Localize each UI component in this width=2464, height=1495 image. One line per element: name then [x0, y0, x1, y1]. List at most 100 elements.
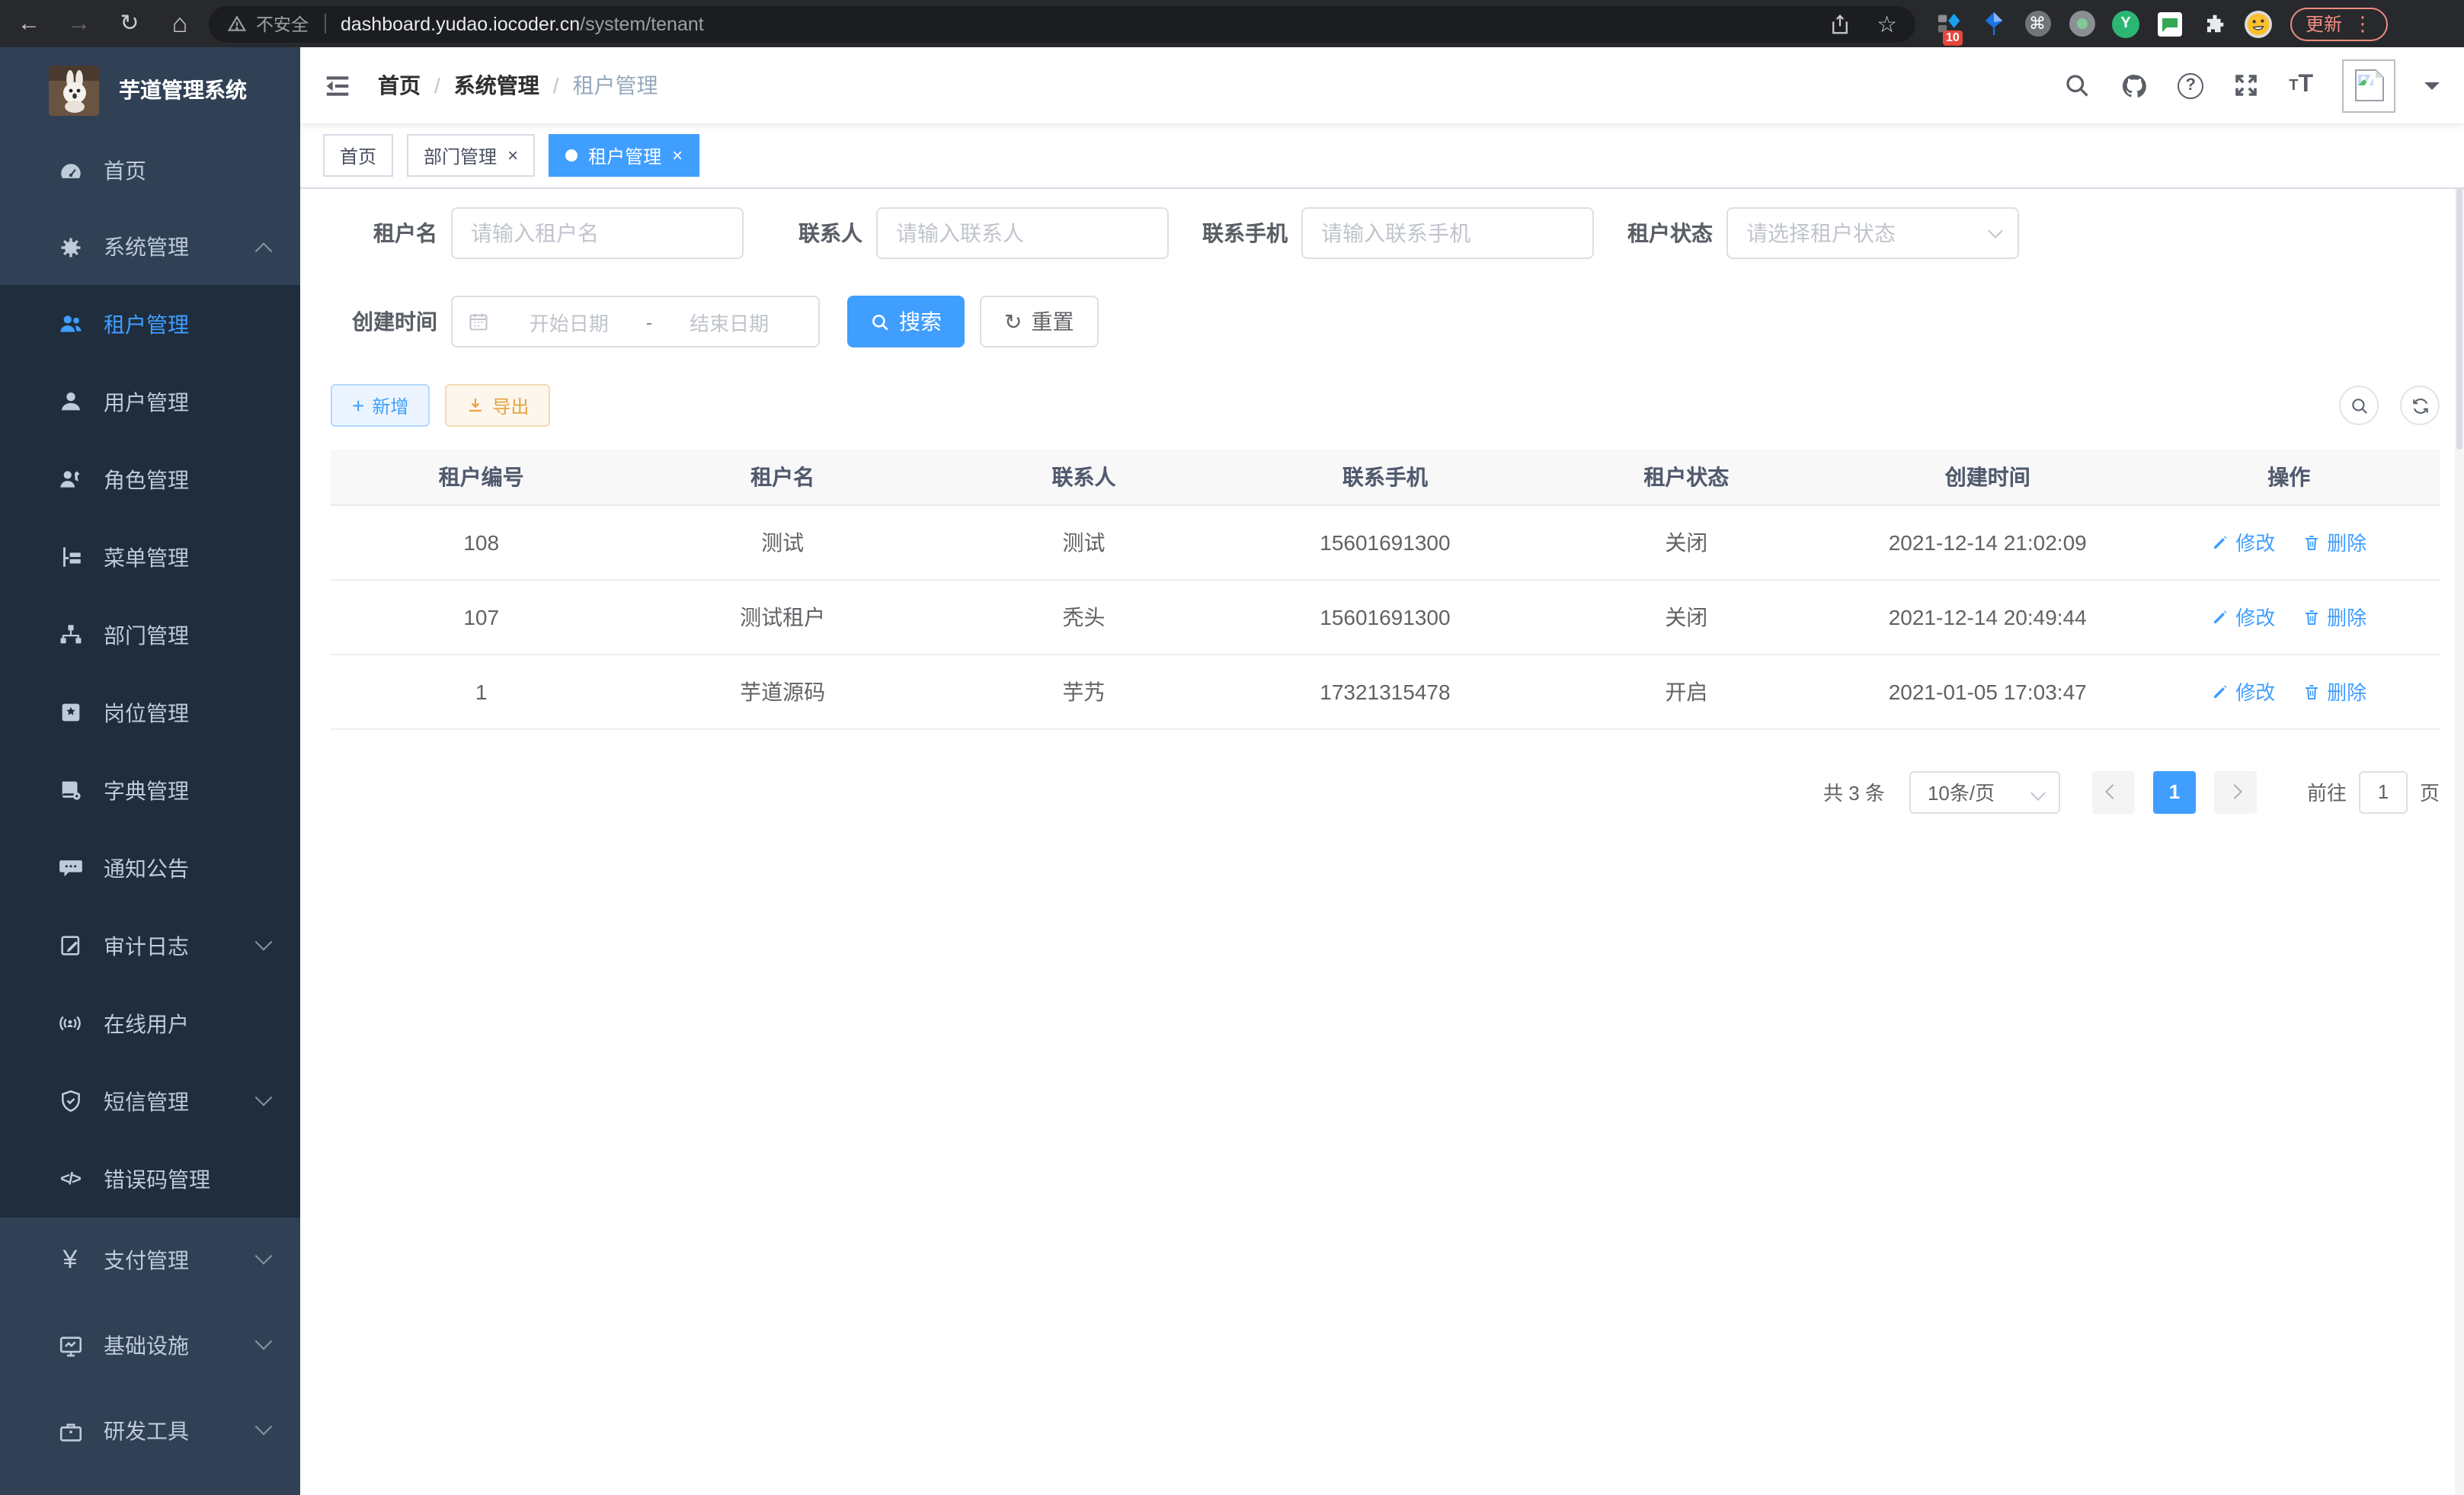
sidebar-item-notice[interactable]: 通知公告 [0, 829, 300, 907]
delete-link[interactable]: 删除 [2302, 527, 2366, 556]
export-button[interactable]: 导出 [445, 384, 550, 427]
warning-icon [227, 14, 247, 34]
next-page-button[interactable] [2214, 770, 2257, 813]
edit-link[interactable]: 修改 [2211, 527, 2275, 556]
end-date-placeholder[interactable]: 结束日期 [655, 307, 803, 336]
message-icon [56, 854, 84, 882]
cell-created: 2021-01-05 17:03:47 [1837, 654, 2138, 728]
sidebar-logo[interactable]: 芋道管理系统 [0, 47, 300, 133]
sidebar-item-user[interactable]: 用户管理 [0, 363, 300, 440]
extension-y-icon[interactable]: Y [2112, 10, 2139, 37]
reset-button[interactable]: ↻ 重置 [980, 296, 1098, 347]
add-button[interactable]: + 新增 [331, 384, 430, 427]
sidebar-item-infra[interactable]: 基础设施 [0, 1303, 300, 1388]
contact-input[interactable] [876, 207, 1169, 259]
sidebar-item-menu[interactable]: 菜单管理 [0, 518, 300, 596]
sidebar-item-devtools[interactable]: 研发工具 [0, 1388, 300, 1474]
extension-puzzle-icon[interactable] [2200, 10, 2228, 37]
sidebar-item-errorcode[interactable]: </> 错误码管理 [0, 1140, 300, 1218]
tab-tenant[interactable]: 租户管理 × [549, 134, 699, 177]
sidebar-item-home[interactable]: 首页 [0, 133, 300, 209]
search-button[interactable]: 搜索 [847, 296, 965, 347]
breadcrumb-home[interactable]: 首页 [378, 70, 421, 101]
gear-icon [56, 233, 84, 261]
cell-phone: 15601691300 [1234, 579, 1535, 654]
tab-label: 租户管理 [588, 142, 661, 168]
refresh-icon [2410, 395, 2430, 415]
prev-page-button[interactable] [2092, 770, 2135, 813]
chevron-down-icon [255, 933, 273, 950]
fullscreen-icon[interactable] [2232, 72, 2260, 99]
security-chip[interactable]: 不安全 [227, 11, 309, 36]
update-label: 更新 [2306, 11, 2342, 37]
edit-icon [2211, 533, 2229, 551]
sidebar-item-label: 在线用户 [104, 1008, 189, 1039]
github-icon[interactable] [2120, 71, 2149, 100]
sidebar-item-audit-log[interactable]: 审计日志 [0, 907, 300, 984]
sidebar-collapse-icon[interactable] [323, 71, 352, 100]
breadcrumb-separator: / [434, 73, 440, 98]
close-icon[interactable]: × [507, 146, 518, 165]
goto-page-input[interactable] [2359, 770, 2408, 813]
tenant-name-label: 租户名 [331, 218, 437, 248]
forward-icon[interactable]: → [66, 12, 93, 35]
roles-icon [56, 466, 84, 493]
sidebar-item-tenant[interactable]: 租户管理 [0, 285, 300, 363]
extension-dot-icon[interactable] [2068, 10, 2095, 37]
chevron-right-icon [2228, 784, 2243, 799]
toggle-search-button[interactable] [2339, 386, 2379, 425]
font-size-icon[interactable]: TT [2289, 72, 2313, 99]
close-icon[interactable]: × [672, 146, 683, 165]
phone-input[interactable] [1301, 207, 1594, 259]
bookmark-star-icon[interactable]: ☆ [1877, 10, 1897, 37]
sidebar-item-post[interactable]: 岗位管理 [0, 674, 300, 751]
share-icon[interactable] [1828, 11, 1851, 36]
table-row: 108 测试 测试 15601691300 关闭 2021-12-14 21:0… [331, 504, 2440, 579]
current-page-button[interactable]: 1 [2153, 770, 2196, 813]
sidebar-item-system[interactable]: 系统管理 [0, 209, 300, 285]
status-select-input[interactable] [1726, 207, 2019, 259]
address-bar[interactable]: 不安全 dashboard.yudao.iocoder.cn/system/te… [209, 5, 1915, 42]
extension-emoji-icon[interactable] [2245, 10, 2272, 37]
app-frame: 芋道管理系统 首页 系统管理 租户管 [0, 47, 2464, 1495]
pagination: 共 3 条 10条/页 1 前往 页 [331, 770, 2440, 813]
sidebar-item-online-users[interactable]: 在线用户 [0, 984, 300, 1062]
security-label: 不安全 [256, 11, 309, 36]
sidebar-item-pay[interactable]: ¥ 支付管理 [0, 1218, 300, 1303]
refresh-table-button[interactable] [2400, 386, 2440, 425]
edit-link[interactable]: 修改 [2211, 677, 2275, 706]
url-path: /system/tenant [580, 13, 704, 34]
page-size-select[interactable]: 10条/页 [1909, 770, 2060, 813]
browser-update-button[interactable]: 更新 ⋮ [2290, 7, 2388, 40]
sidebar-item-dict[interactable]: 字典管理 [0, 751, 300, 829]
date-range-picker[interactable]: 开始日期 - 结束日期 [451, 296, 820, 347]
start-date-placeholder[interactable]: 开始日期 [495, 307, 643, 336]
breadcrumb-system[interactable]: 系统管理 [454, 70, 539, 101]
pagination-goto: 前往 页 [2307, 770, 2440, 813]
sidebar-item-sms[interactable]: 短信管理 [0, 1062, 300, 1140]
back-icon[interactable]: ← [15, 12, 43, 35]
reload-icon[interactable]: ↻ [116, 12, 143, 35]
status-select[interactable] [1726, 207, 2019, 259]
search-icon[interactable] [2063, 72, 2091, 99]
sidebar-item-role[interactable]: 角色管理 [0, 440, 300, 518]
table-tools [2339, 386, 2440, 425]
tenant-name-input[interactable] [451, 207, 744, 259]
avatar[interactable] [2342, 59, 2395, 112]
delete-link[interactable]: 删除 [2302, 677, 2366, 706]
scrollbar[interactable] [2455, 47, 2464, 1495]
sidebar-item-dept[interactable]: 部门管理 [0, 596, 300, 674]
home-icon[interactable]: ⌂ [166, 11, 194, 37]
edit-link[interactable]: 修改 [2211, 602, 2275, 631]
help-icon[interactable]: ? [2178, 72, 2203, 98]
avatar-dropdown-caret-icon[interactable] [2424, 82, 2440, 98]
extension-sketch-icon[interactable]: 10 [1935, 10, 1963, 37]
extension-kite-icon[interactable] [1979, 10, 2007, 37]
tab-home[interactable]: 首页 [323, 134, 393, 177]
tab-dept[interactable]: 部门管理 × [407, 134, 535, 177]
delete-link[interactable]: 删除 [2302, 602, 2366, 631]
chevron-down-icon [2030, 785, 2046, 800]
browser-menu-icon[interactable]: ⋮ [2353, 11, 2373, 36]
extension-command-icon[interactable]: ⌘ [2024, 10, 2051, 37]
extension-chat-icon[interactable] [2156, 10, 2184, 37]
